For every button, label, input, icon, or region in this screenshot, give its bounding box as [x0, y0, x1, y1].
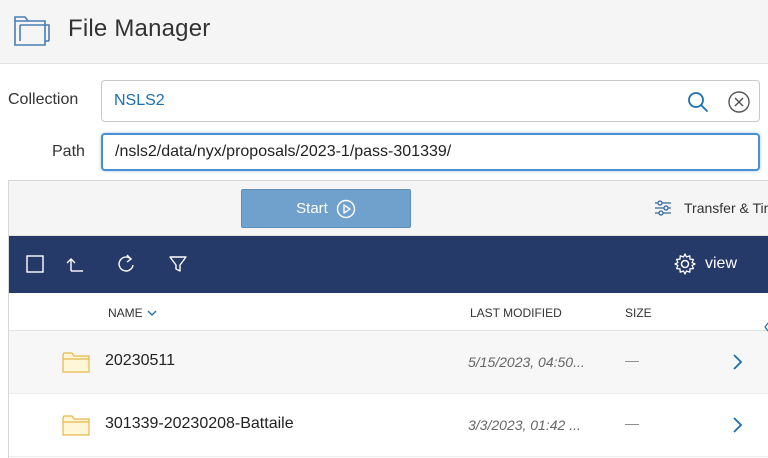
name-column-label: NAME — [108, 306, 143, 320]
file-size: — — [625, 352, 639, 368]
chevron-right-icon[interactable] — [731, 416, 743, 434]
folder-icon — [62, 352, 90, 373]
start-button[interactable]: Start — [241, 189, 411, 228]
file-name[interactable]: 20230511 — [105, 352, 175, 370]
gear-icon — [674, 253, 696, 275]
folder-icon — [62, 415, 90, 436]
transfer-options-button[interactable]: Transfer & Timer — [654, 199, 768, 217]
view-label: view — [705, 255, 738, 272]
file-toolbar: view — [9, 236, 768, 293]
folder-icon — [14, 16, 50, 46]
start-button-label: Start — [296, 200, 328, 217]
collection-label: Collection — [8, 91, 79, 108]
sliders-icon — [655, 200, 671, 216]
name-column-header[interactable]: NAME — [108, 306, 157, 320]
checkbox-icon[interactable] — [25, 254, 45, 274]
chevron-down-icon — [147, 310, 157, 316]
table-row[interactable]: 301339-20230208-Battaile 3/3/2023, 01:42… — [9, 394, 768, 457]
modified-column-header[interactable]: LAST MODIFIED — [470, 306, 562, 320]
file-panel: Start Transfer & Timer — [8, 180, 768, 458]
path-field[interactable] — [101, 133, 760, 171]
collection-field[interactable]: NSLS2 — [101, 80, 760, 122]
path-label: Path — [52, 143, 85, 160]
transfer-toolbar: Start Transfer & Timer — [9, 181, 768, 236]
collection-value[interactable]: NSLS2 — [114, 92, 165, 110]
view-button[interactable]: view — [673, 252, 737, 276]
file-size: — — [625, 415, 639, 431]
file-modified: 5/15/2023, 04:50... — [468, 354, 585, 370]
page-title: File Manager — [68, 15, 211, 42]
search-icon[interactable] — [686, 90, 710, 114]
play-icon — [336, 199, 356, 218]
size-column-header[interactable]: SIZE — [625, 306, 652, 320]
clear-icon[interactable] — [727, 90, 751, 114]
table-row[interactable]: 20230511 5/15/2023, 04:50... — — [9, 331, 768, 394]
filter-icon[interactable] — [168, 254, 188, 274]
chevron-right-icon[interactable] — [731, 353, 743, 371]
file-modified: 3/3/2023, 01:42 ... — [468, 417, 581, 433]
path-input[interactable] — [103, 135, 758, 169]
file-name[interactable]: 301339-20230208-Battaile — [105, 415, 294, 433]
transfer-options-label: Transfer & Timer — [684, 200, 768, 216]
table-header: NAME LAST MODIFIED SIZE — [9, 293, 768, 331]
app-header: File Manager — [0, 0, 768, 64]
edge-chevron-icon — [764, 322, 768, 332]
refresh-icon[interactable] — [116, 254, 136, 274]
up-folder-icon[interactable] — [65, 254, 85, 274]
